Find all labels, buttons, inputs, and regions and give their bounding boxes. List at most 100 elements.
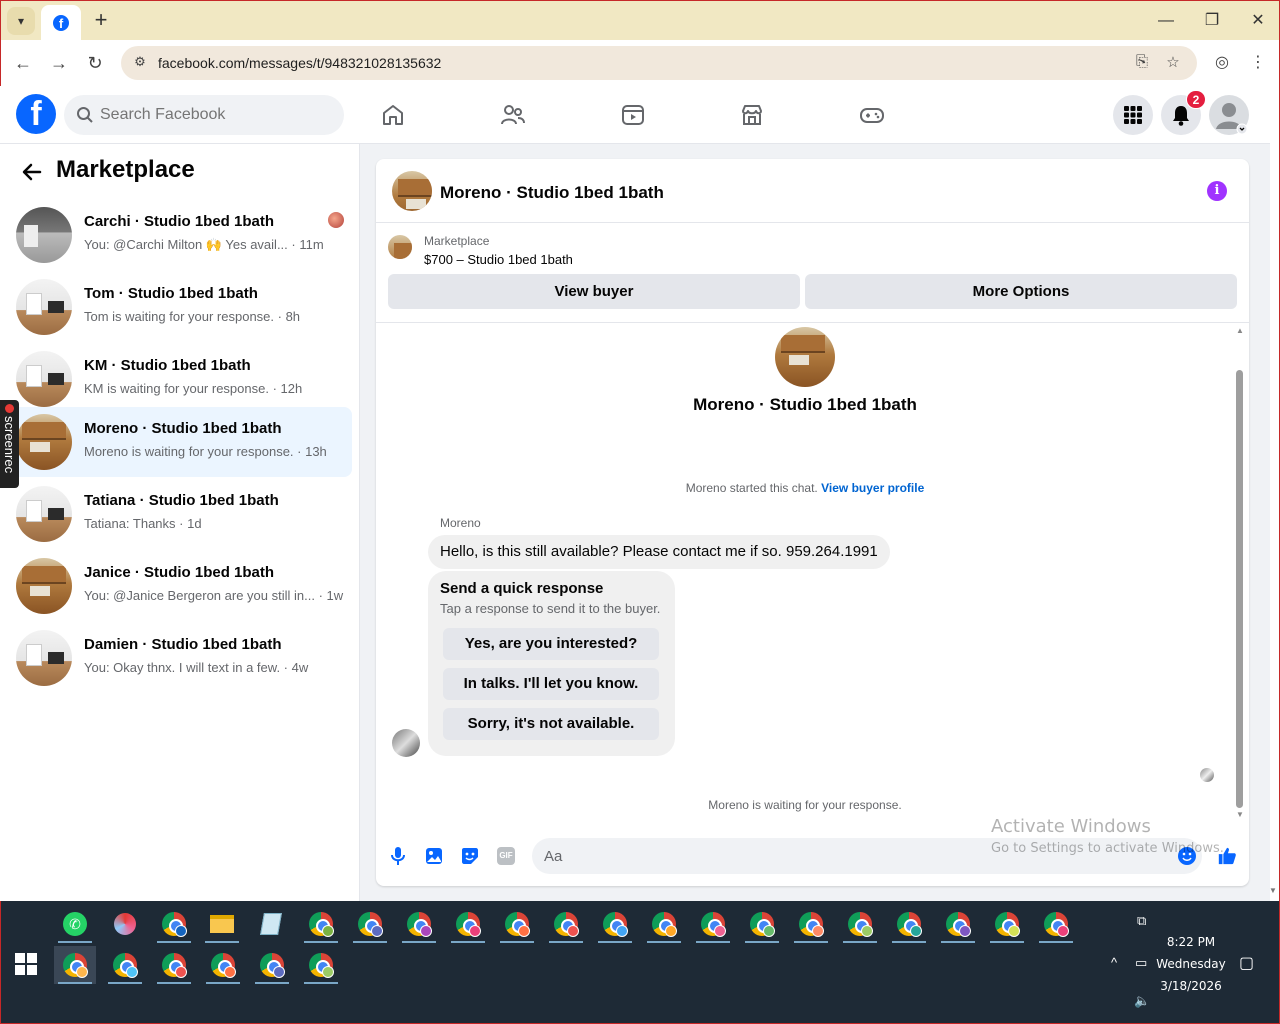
restore-icon[interactable]: ❐ bbox=[1197, 9, 1227, 33]
chrome-profile-icon[interactable] bbox=[202, 946, 244, 984]
chrome-profile-icon[interactable] bbox=[545, 905, 587, 943]
chrome-profile-icon[interactable] bbox=[153, 905, 195, 943]
facebook-logo[interactable]: f bbox=[16, 94, 56, 134]
view-buyer-profile-link[interactable]: View buyer profile bbox=[821, 481, 924, 495]
chrome-profile-icon[interactable] bbox=[447, 905, 489, 943]
network-icon[interactable]: ▭ bbox=[1135, 955, 1147, 971]
account-avatar[interactable] bbox=[1209, 95, 1249, 135]
waiting-status: Moreno is waiting for your response. bbox=[708, 798, 902, 812]
chrome-profile-icon[interactable] bbox=[937, 905, 979, 943]
photo-icon[interactable] bbox=[424, 846, 444, 866]
show-hidden-icons-icon[interactable]: ^ bbox=[1111, 955, 1117, 970]
site-info-icon[interactable]: ⚙ bbox=[131, 54, 149, 72]
marketplace-inbox: Marketplace Carchi · Studio 1bed 1bath Y… bbox=[0, 144, 360, 901]
chrome-profile-icon[interactable] bbox=[594, 905, 636, 943]
listing-price[interactable]: $700 – Studio 1bed 1bath bbox=[424, 252, 573, 267]
chrome-profile-icon[interactable] bbox=[986, 905, 1028, 943]
buyer-profile-avatar[interactable] bbox=[775, 327, 835, 387]
chrome-profile-icon[interactable] bbox=[349, 905, 391, 943]
chrome-profile-icon[interactable] bbox=[398, 905, 440, 943]
whatsapp-icon[interactable]: ✆ bbox=[54, 905, 96, 943]
minimize-icon[interactable]: — bbox=[1151, 9, 1181, 33]
home-icon[interactable] bbox=[378, 100, 408, 130]
clock[interactable]: 8:22 PM Wednesday 3/18/2026 bbox=[1151, 931, 1231, 997]
scroll-up-icon[interactable]: ▲ bbox=[1236, 326, 1244, 335]
page-scroll-down-icon[interactable]: ▼ bbox=[1269, 886, 1277, 895]
chrome-profile-icon[interactable] bbox=[643, 905, 685, 943]
scroll-down-icon[interactable]: ▼ bbox=[1236, 810, 1244, 819]
url-text[interactable]: facebook.com/messages/t/948321028135632 bbox=[158, 55, 441, 71]
chrome-profile-icon[interactable] bbox=[251, 946, 293, 984]
video-icon[interactable] bbox=[618, 100, 648, 130]
new-tab-button[interactable]: + bbox=[89, 9, 113, 33]
chrome-profile-icon[interactable] bbox=[839, 905, 881, 943]
notepad-icon[interactable] bbox=[250, 905, 292, 943]
reload-icon[interactable]: ↻ bbox=[82, 50, 108, 76]
quick-reply-button[interactable]: Sorry, it's not available. bbox=[443, 708, 659, 740]
conversation-item[interactable]: KM · Studio 1bed 1bath KM is waiting for… bbox=[8, 344, 352, 414]
windows-start-icon[interactable] bbox=[15, 953, 37, 975]
chrome-profile-icon[interactable] bbox=[300, 946, 342, 984]
chat-title[interactable]: Moreno · Studio 1bed 1bath bbox=[440, 183, 664, 203]
install-app-icon[interactable]: ⎘ bbox=[1131, 53, 1153, 73]
view-buyer-button[interactable]: View buyer bbox=[388, 274, 800, 309]
sticker-icon[interactable] bbox=[460, 846, 480, 866]
conversation-item[interactable]: Damien · Studio 1bed 1bath You: Okay thn… bbox=[8, 623, 352, 693]
chrome-profile-icon-active[interactable] bbox=[54, 946, 96, 984]
info-icon[interactable]: i bbox=[1207, 181, 1227, 201]
chrome-profile-icon[interactable] bbox=[300, 905, 342, 943]
chrome-profile-icon[interactable] bbox=[790, 905, 832, 943]
thread-scrollbar[interactable]: ▲ ▼ bbox=[1234, 324, 1246, 822]
friends-icon[interactable] bbox=[498, 100, 528, 130]
address-bar[interactable]: ⚙ facebook.com/messages/t/94832102813563… bbox=[121, 46, 1197, 80]
back-arrow-icon[interactable] bbox=[20, 160, 44, 184]
conversation-item[interactable]: Tom · Studio 1bed 1bath Tom is waiting f… bbox=[8, 272, 352, 342]
gif-icon[interactable]: GIF bbox=[496, 846, 516, 866]
conversation-name: Tatiana · Studio 1bed 1bath bbox=[84, 492, 279, 509]
marketplace-icon[interactable] bbox=[737, 100, 767, 130]
profile-icon[interactable]: ◎ bbox=[1211, 52, 1233, 74]
listing-thumbnail bbox=[16, 630, 72, 686]
chat-listing-avatar[interactable] bbox=[392, 171, 432, 211]
browser-tab-facebook[interactable]: f bbox=[41, 5, 81, 41]
quick-reply-button[interactable]: In talks. I'll let you know. bbox=[443, 668, 659, 700]
gaming-icon[interactable] bbox=[857, 100, 887, 130]
chrome-profile-icon[interactable] bbox=[104, 946, 146, 984]
browser-menu-icon[interactable]: ⋮ bbox=[1247, 52, 1269, 74]
conversation-item[interactable]: Janice · Studio 1bed 1bath You: @Janice … bbox=[8, 551, 352, 621]
screenrec-widget[interactable]: screenrec bbox=[0, 400, 19, 488]
chat-header: Moreno · Studio 1bed 1bath i bbox=[376, 159, 1249, 223]
page-scrollbar[interactable] bbox=[1270, 86, 1280, 901]
notification-center-icon[interactable]: ▢ bbox=[1239, 953, 1254, 973]
conversation-item[interactable]: Tatiana · Studio 1bed 1bath Tatiana: Tha… bbox=[8, 479, 352, 549]
file-explorer-icon[interactable] bbox=[201, 905, 243, 943]
tab-search-chevron-icon[interactable]: ▾ bbox=[7, 7, 35, 35]
more-options-button[interactable]: More Options bbox=[805, 274, 1237, 309]
close-window-icon[interactable]: ✕ bbox=[1243, 9, 1273, 33]
chrome-profile-icon[interactable] bbox=[888, 905, 930, 943]
bookmark-star-icon[interactable]: ☆ bbox=[1162, 53, 1184, 73]
facebook-search[interactable] bbox=[64, 95, 344, 135]
conversation-name: Janice · Studio 1bed 1bath bbox=[84, 564, 275, 581]
snipping-tool-icon[interactable] bbox=[104, 905, 146, 943]
chrome-profile-icon[interactable] bbox=[692, 905, 734, 943]
windows-taskbar: ✆ ⧉ ^ ▭ 🔈 8:22 PM Wednesday 3/18/2026 ▢ bbox=[0, 901, 1280, 1024]
message-thread: Moreno · Studio 1bed 1bath Moreno starte… bbox=[376, 324, 1249, 822]
conversation-name: Damien · Studio 1bed 1bath bbox=[84, 636, 282, 653]
conversation-item[interactable]: Carchi · Studio 1bed 1bath You: @Carchi … bbox=[8, 200, 352, 270]
conversation-item-active[interactable]: Moreno · Studio 1bed 1bath Moreno is wai… bbox=[8, 407, 352, 477]
meet-now-icon[interactable]: ⧉ bbox=[1137, 913, 1146, 929]
gif-label: GIF bbox=[497, 847, 515, 865]
chrome-profile-icon[interactable] bbox=[153, 946, 195, 984]
chrome-profile-icon[interactable] bbox=[741, 905, 783, 943]
volume-icon[interactable]: 🔈 bbox=[1134, 993, 1150, 1009]
microphone-icon[interactable] bbox=[388, 846, 408, 866]
search-input[interactable] bbox=[100, 103, 330, 127]
menu-grid-button[interactable] bbox=[1113, 95, 1153, 135]
forward-icon[interactable]: → bbox=[46, 50, 72, 76]
chrome-profile-icon[interactable] bbox=[496, 905, 538, 943]
scrollbar-thumb[interactable] bbox=[1236, 370, 1243, 808]
back-icon[interactable]: ← bbox=[10, 50, 36, 76]
chrome-profile-icon[interactable] bbox=[1035, 905, 1077, 943]
quick-reply-button[interactable]: Yes, are you interested? bbox=[443, 628, 659, 660]
